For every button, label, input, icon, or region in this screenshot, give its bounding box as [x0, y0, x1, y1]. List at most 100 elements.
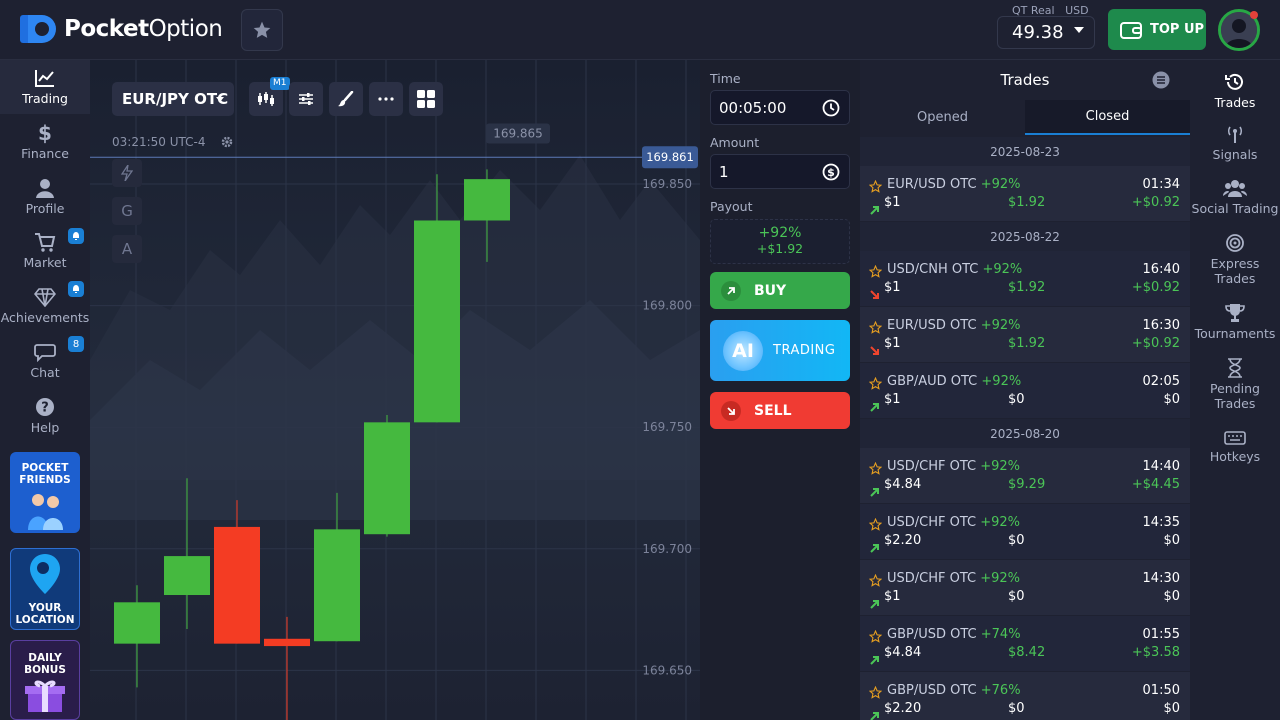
indicators-button[interactable]: [289, 82, 323, 116]
price-tick-label: 169.650: [642, 663, 692, 677]
lightning-icon: [121, 165, 133, 181]
tool-g[interactable]: G: [112, 197, 142, 225]
trade-row[interactable]: GBP/USD OTC +74% 01:55 $4.84 $8.42 +$3.58: [860, 616, 1190, 672]
trade-payout: $0: [1008, 701, 1025, 716]
balance-value: 49.38: [1012, 22, 1064, 43]
dollar-icon: $: [38, 121, 52, 145]
rnav-social-trading[interactable]: Social Trading: [1190, 178, 1280, 216]
chart-area[interactable]: 169.850 169.800 169.750 169.700 169.650 169.8…: [90, 60, 700, 720]
trade-payout-percent: +76%: [980, 683, 1021, 698]
tab-closed[interactable]: Closed: [1025, 100, 1190, 135]
rnav-trades[interactable]: Trades: [1190, 72, 1280, 110]
rnav-express-trades[interactable]: Express Trades: [1190, 233, 1280, 286]
rnav-hotkeys[interactable]: Hotkeys: [1190, 430, 1280, 464]
candlestick-chart[interactable]: 169.850 169.800 169.750 169.700 169.650 169.8…: [90, 60, 700, 720]
nav-finance[interactable]: $ Finance: [0, 115, 90, 169]
trade-time: 01:50: [1142, 683, 1180, 698]
trade-row[interactable]: EUR/USD OTC +92% 01:34 $1 $1.92 +$0.92: [860, 166, 1190, 222]
promo-pocket-friends[interactable]: POCKET FRIENDS: [10, 452, 80, 533]
chevron-down-icon: [1074, 27, 1084, 33]
sell-button[interactable]: SELL: [710, 392, 850, 429]
price-tick-label: 169.700: [642, 542, 692, 556]
balance-dropdown[interactable]: 49.38: [997, 16, 1095, 49]
tool-a[interactable]: A: [112, 235, 142, 263]
list-menu-icon[interactable]: [1152, 71, 1170, 93]
trade-profit: +$3.58: [1131, 645, 1180, 660]
trade-row[interactable]: USD/CHF OTC +92% 14:35 $2.20 $0 $0: [860, 504, 1190, 560]
clock-icon[interactable]: [822, 99, 840, 117]
left-sidebar: Trading $ Finance Profile Market Achieve…: [0, 60, 90, 720]
friends-illustration-icon: [28, 494, 63, 530]
favorite-star-icon[interactable]: [868, 319, 883, 338]
sliders-icon: [299, 93, 313, 105]
trade-row[interactable]: USD/CHF OTC +92% 14:30 $1 $0 $0: [860, 560, 1190, 616]
trade-time: 02:05: [1142, 374, 1180, 389]
bell-icon: [73, 285, 79, 293]
promo-daily-bonus[interactable]: DAILY BONUS: [10, 640, 80, 720]
nav-help[interactable]: ? Help: [0, 389, 90, 443]
settings-gear-icon[interactable]: [221, 136, 233, 148]
rnav-tournaments[interactable]: Tournaments: [1190, 303, 1280, 341]
drawing-tools-button[interactable]: [329, 82, 363, 116]
more-options-button[interactable]: [369, 82, 403, 116]
svg-text:$: $: [827, 166, 835, 179]
trade-row[interactable]: USD/CHF OTC +92% 14:40 $4.84 $9.29 +$4.45: [860, 448, 1190, 504]
candles-icon: [258, 92, 274, 106]
trade-profit: $0: [1163, 589, 1180, 604]
trade-payout: $1.92: [1008, 195, 1046, 210]
trades-title: Trades: [1000, 71, 1050, 89]
price-tick-label: 169.750: [642, 420, 692, 434]
favorite-star-icon[interactable]: [868, 263, 883, 282]
favorite-star-icon[interactable]: [868, 178, 883, 197]
trade-row[interactable]: EUR/USD OTC +92% 16:30 $1 $1.92 +$0.92: [860, 307, 1190, 363]
asset-selector[interactable]: EUR/JPY OTC: [112, 82, 234, 116]
lightning-tool[interactable]: [112, 159, 142, 187]
rnav-pending-trades[interactable]: Pending Trades: [1190, 358, 1280, 411]
trade-profit: +$4.45: [1131, 477, 1180, 492]
top-up-button[interactable]: TOP UP: [1108, 9, 1206, 50]
help-icon: ?: [36, 398, 54, 416]
favorite-star-icon[interactable]: [868, 375, 883, 394]
logo-icon: [20, 15, 56, 43]
grid-layout-icon: [417, 90, 435, 108]
trade-payout: $0: [1008, 589, 1025, 604]
trade-row[interactable]: GBP/USD OTC +76% 01:50 $2.20 $0 $0: [860, 672, 1190, 720]
payout-percent: +92%: [758, 225, 802, 241]
buy-button[interactable]: BUY: [710, 272, 850, 309]
trade-payout-percent: +92%: [980, 571, 1021, 586]
achievements-notification-badge: [68, 281, 84, 297]
nav-trading[interactable]: Trading: [0, 60, 90, 114]
favorite-star-icon[interactable]: [868, 628, 883, 647]
arrow-up-right-icon: [870, 706, 880, 720]
time-input[interactable]: 00:05:00: [710, 90, 850, 125]
favorite-star-icon[interactable]: [868, 460, 883, 479]
favorite-star-icon[interactable]: [868, 684, 883, 703]
trade-row[interactable]: USD/CNH OTC +92% 16:40 $1 $1.92 +$0.92: [860, 251, 1190, 307]
favorite-star-icon[interactable]: [868, 572, 883, 591]
trade-pair: USD/CNH OTC +92%: [887, 262, 1023, 277]
dollar-circle-icon[interactable]: $: [822, 163, 840, 181]
promo-your-location[interactable]: YOUR LOCATION: [10, 548, 80, 630]
trade-row[interactable]: GBP/AUD OTC +92% 02:05 $1 $0 $0: [860, 363, 1190, 419]
market-notification-badge: [68, 228, 84, 244]
chevron-down-icon: [216, 97, 224, 102]
amount-input[interactable]: 1 $: [710, 154, 850, 189]
trade-amount: $4.84: [884, 477, 922, 492]
timeframe-badge: M1: [270, 77, 290, 90]
rnav-signals[interactable]: Signals: [1190, 124, 1280, 162]
trade-payout: $8.42: [1008, 645, 1046, 660]
ai-trading-button[interactable]: AI TRADING: [710, 320, 850, 381]
pocket-option-logo[interactable]: PocketOption: [20, 14, 223, 44]
trade-payout-percent: +92%: [980, 177, 1021, 192]
favorites-button[interactable]: [241, 9, 283, 51]
payout-label: Payout: [710, 199, 753, 214]
favorite-star-icon[interactable]: [868, 516, 883, 535]
candle-body: [464, 179, 510, 221]
trade-profit: $0: [1163, 392, 1180, 407]
tab-opened[interactable]: Opened: [860, 100, 1025, 135]
history-icon: [1225, 73, 1243, 90]
gift-icon: [25, 680, 65, 712]
layout-button[interactable]: [409, 82, 443, 116]
nav-profile[interactable]: Profile: [0, 170, 90, 224]
trade-pair: EUR/USD OTC +92%: [887, 318, 1021, 333]
